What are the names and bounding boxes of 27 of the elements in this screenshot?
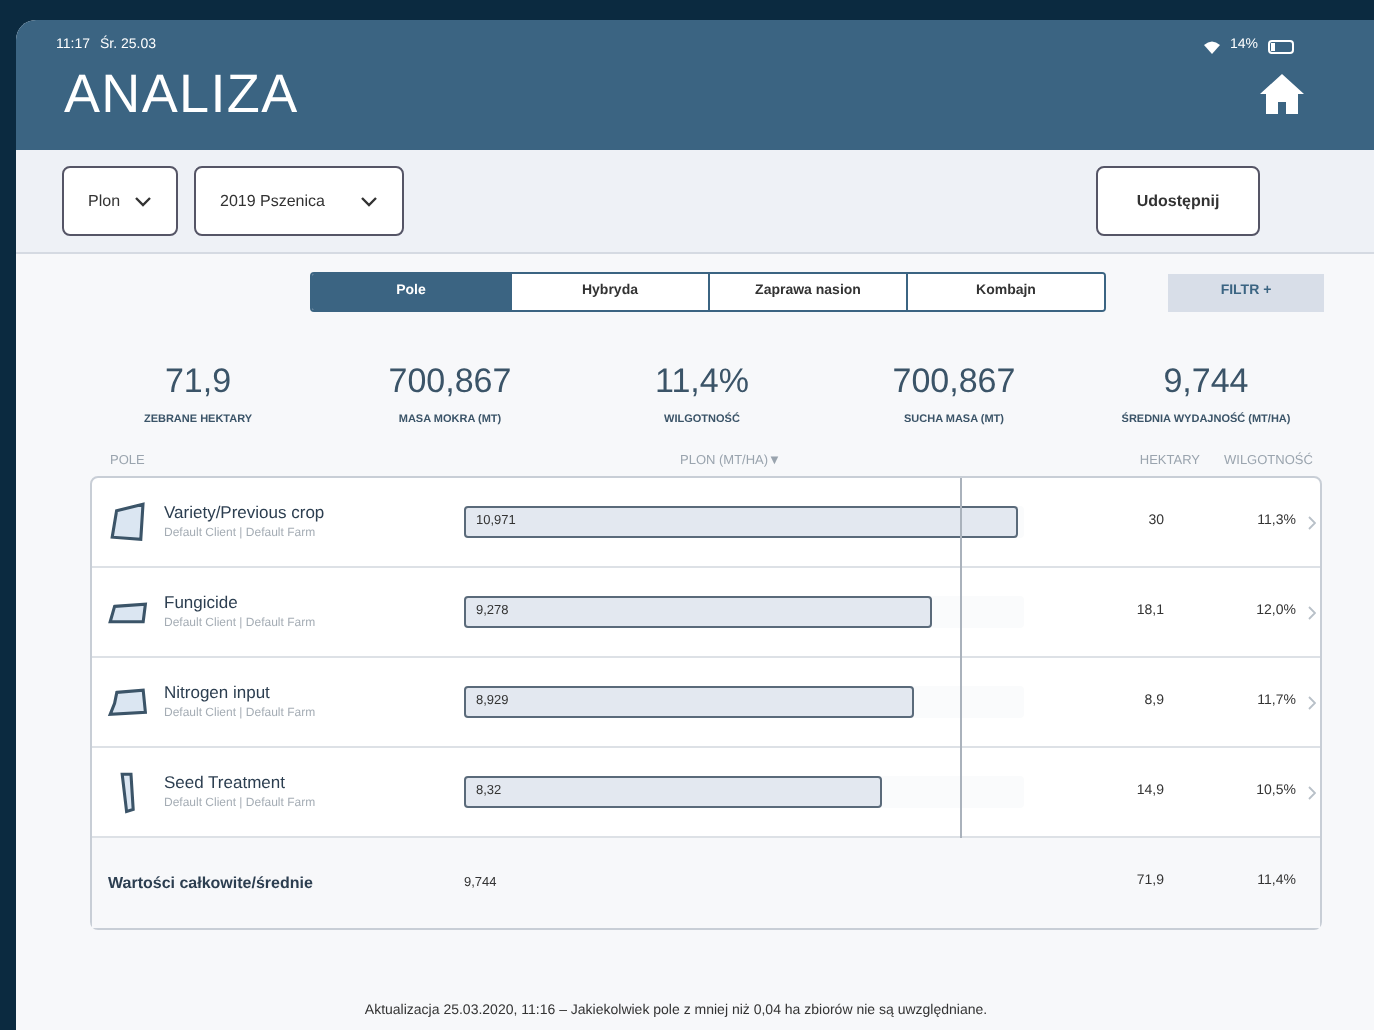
home-icon[interactable] [1258,72,1306,116]
stat-value: 71,9 [164,362,232,403]
chevron-right-icon [1308,695,1316,709]
field-shape-icon [120,771,136,813]
stat-value: 700,867 [388,362,512,403]
dropdown[interactable]: Plon [62,166,178,237]
battery-icon [1268,39,1296,53]
chevron-right-icon [1308,785,1316,799]
field-shape-icon [110,502,146,542]
field-name: Nitrogen input [164,679,272,705]
field-shape-icon [108,687,148,717]
chevron-down-icon [134,195,152,208]
chevron-down-icon [360,195,378,208]
stat-value: 9,744 [1163,362,1249,403]
field-name: Variety/Previous crop [164,499,327,525]
stat-value: 11,4% [655,362,749,403]
stat-value: 700,867 [892,362,1016,403]
chevron-right-icon [1308,605,1316,619]
field-name: Seed Treatment [164,769,287,795]
chevron-right-icon [1308,515,1316,529]
field-name: Fungicide [164,589,240,615]
page-title: ANALIZA [62,62,299,128]
wifi-icon [1203,39,1220,53]
field-shape-icon [108,601,148,623]
dropdown[interactable]: 2019 Pszenica [194,166,404,237]
share-button[interactable]: Udostępnij [1096,166,1260,237]
totals-label: Wartości całkowite/średnie [108,871,315,895]
